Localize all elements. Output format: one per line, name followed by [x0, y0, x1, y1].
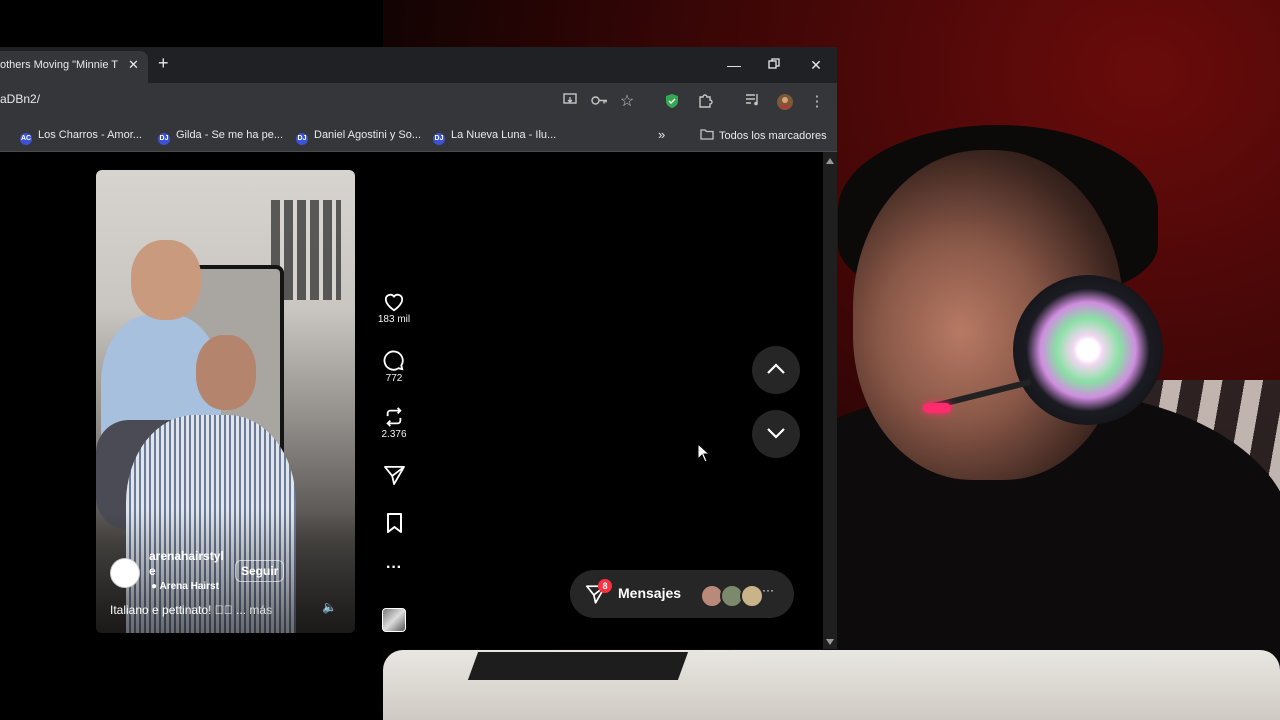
- install-app-icon[interactable]: [561, 93, 579, 111]
- bookmark-label: Gilda - Se me ha pe...: [176, 129, 283, 141]
- like-count: 183 mil: [377, 314, 411, 325]
- all-bookmarks-folder[interactable]: Todos los marcadores: [700, 129, 827, 142]
- folder-icon: [700, 129, 714, 140]
- chevron-down-icon: [767, 428, 785, 439]
- bookmarks-overflow-chevron-icon[interactable]: »: [658, 127, 665, 142]
- page-scrollbar[interactable]: [823, 152, 837, 649]
- reel-person-client-head: [196, 335, 256, 410]
- next-reel-button[interactable]: [752, 410, 800, 458]
- bookmark-item[interactable]: AC Los Charros - Amor...: [20, 129, 142, 145]
- shield-extension-icon[interactable]: [663, 93, 681, 111]
- more-contacts-icon: ···: [762, 583, 774, 597]
- messages-unread-badge: 8: [598, 579, 612, 593]
- like-button[interactable]: 183 mil: [372, 292, 416, 325]
- follow-button[interactable]: Seguir: [235, 560, 285, 582]
- reel-person-barber-head: [131, 240, 201, 320]
- bookmark-item[interactable]: DJ La Nueva Luna - Ilu...: [433, 129, 556, 145]
- address-bar[interactable]: aDBn2/: [0, 92, 40, 106]
- bookmark-label: Daniel Agostini y So...: [314, 129, 422, 141]
- tab-title: others Moving "Minnie T: [0, 59, 118, 71]
- reel-author-username[interactable]: arenahairstyle: [149, 549, 229, 579]
- volume-icon[interactable]: 🔈: [322, 600, 337, 614]
- chevron-up-icon: [767, 363, 785, 374]
- reel-author-avatar[interactable]: [110, 558, 140, 588]
- profile-avatar-icon[interactable]: [776, 93, 794, 111]
- caption-more-link[interactable]: más: [249, 603, 272, 617]
- bookmark-icon: [386, 513, 402, 533]
- extensions-puzzle-icon[interactable]: [696, 93, 714, 111]
- all-bookmarks-label: Todos los marcadores: [719, 130, 827, 142]
- webcam-mic-light: [923, 403, 951, 413]
- webcam-headset-earcup: [1013, 275, 1163, 425]
- reel-location[interactable]: ● Arena Hairst: [151, 581, 219, 592]
- close-window-icon[interactable]: ✕: [806, 55, 826, 75]
- minimize-icon[interactable]: —: [724, 55, 744, 75]
- browser-toolbar: aDBn2/ ☆ ⋮: [0, 83, 837, 121]
- reel-caption: Italiano e pettinato! ✂🏻 ... más: [110, 603, 272, 617]
- repost-count: 2.376: [381, 429, 407, 440]
- bookmark-favicon: DJ: [433, 133, 445, 145]
- location-pin-icon: ●: [151, 581, 158, 592]
- browser-window: others Moving "Minnie T ✕ + — ✕ aDBn2/ ☆: [0, 47, 837, 649]
- instagram-reels-page: arenahairstyle Seguir ● Arena Hairst Ita…: [0, 152, 823, 649]
- bookmark-favicon: AC: [20, 133, 32, 145]
- restore-icon[interactable]: [764, 55, 784, 75]
- media-queue-icon[interactable]: [743, 93, 761, 111]
- bookmark-label: La Nueva Luna - Ilu...: [451, 129, 557, 141]
- save-button[interactable]: [372, 513, 416, 533]
- messages-button[interactable]: 8 Mensajes ···: [570, 570, 794, 618]
- comment-bubble-icon: [383, 350, 404, 371]
- bookmarks-bar: AC Los Charros - Amor... DJ Gilda - Se me …: [0, 121, 837, 152]
- heart-icon: [384, 293, 404, 312]
- more-options-icon[interactable]: ···: [372, 559, 416, 577]
- reel-location-label: Arena Hairst: [159, 581, 219, 592]
- repost-arrows-icon: [386, 407, 402, 427]
- comment-button[interactable]: 772: [372, 350, 416, 384]
- webcam-keyboard: [467, 652, 689, 680]
- paper-plane-icon: [383, 466, 405, 485]
- share-button[interactable]: [372, 466, 416, 485]
- bookmark-item[interactable]: DJ Daniel Agostini y So...: [296, 129, 421, 145]
- reel-caption-text: Italiano e pettinato! ✂🏻 ...: [110, 603, 247, 617]
- scroll-up-arrow-icon[interactable]: [826, 158, 834, 164]
- scroll-down-arrow-icon[interactable]: [826, 639, 834, 645]
- previous-reel-button[interactable]: [752, 346, 800, 394]
- password-key-icon[interactable]: [590, 93, 608, 111]
- new-tab-icon[interactable]: +: [158, 53, 169, 73]
- messages-label: Mensajes: [618, 585, 682, 601]
- bookmark-item[interactable]: DJ Gilda - Se me ha pe...: [158, 129, 283, 145]
- tab-close-icon[interactable]: ✕: [128, 57, 139, 73]
- bookmark-star-icon[interactable]: ☆: [618, 93, 636, 111]
- bookmark-label: Los Charros - Amor...: [38, 129, 142, 141]
- mouse-cursor-icon: [697, 443, 711, 463]
- bookmark-favicon: DJ: [296, 133, 308, 145]
- reel-video[interactable]: arenahairstyle Seguir ● Arena Hairst Ita…: [96, 170, 355, 633]
- tab-bar: others Moving "Minnie T ✕ + — ✕: [0, 47, 837, 83]
- active-tab[interactable]: others Moving "Minnie T ✕: [0, 51, 148, 83]
- comment-count: 772: [385, 373, 403, 384]
- bookmark-favicon: DJ: [158, 133, 170, 145]
- message-contact-avatar: [740, 584, 764, 608]
- browser-menu-icon[interactable]: ⋮: [808, 93, 826, 111]
- repost-button[interactable]: 2.376: [372, 407, 416, 440]
- audio-thumbnail[interactable]: [382, 608, 406, 632]
